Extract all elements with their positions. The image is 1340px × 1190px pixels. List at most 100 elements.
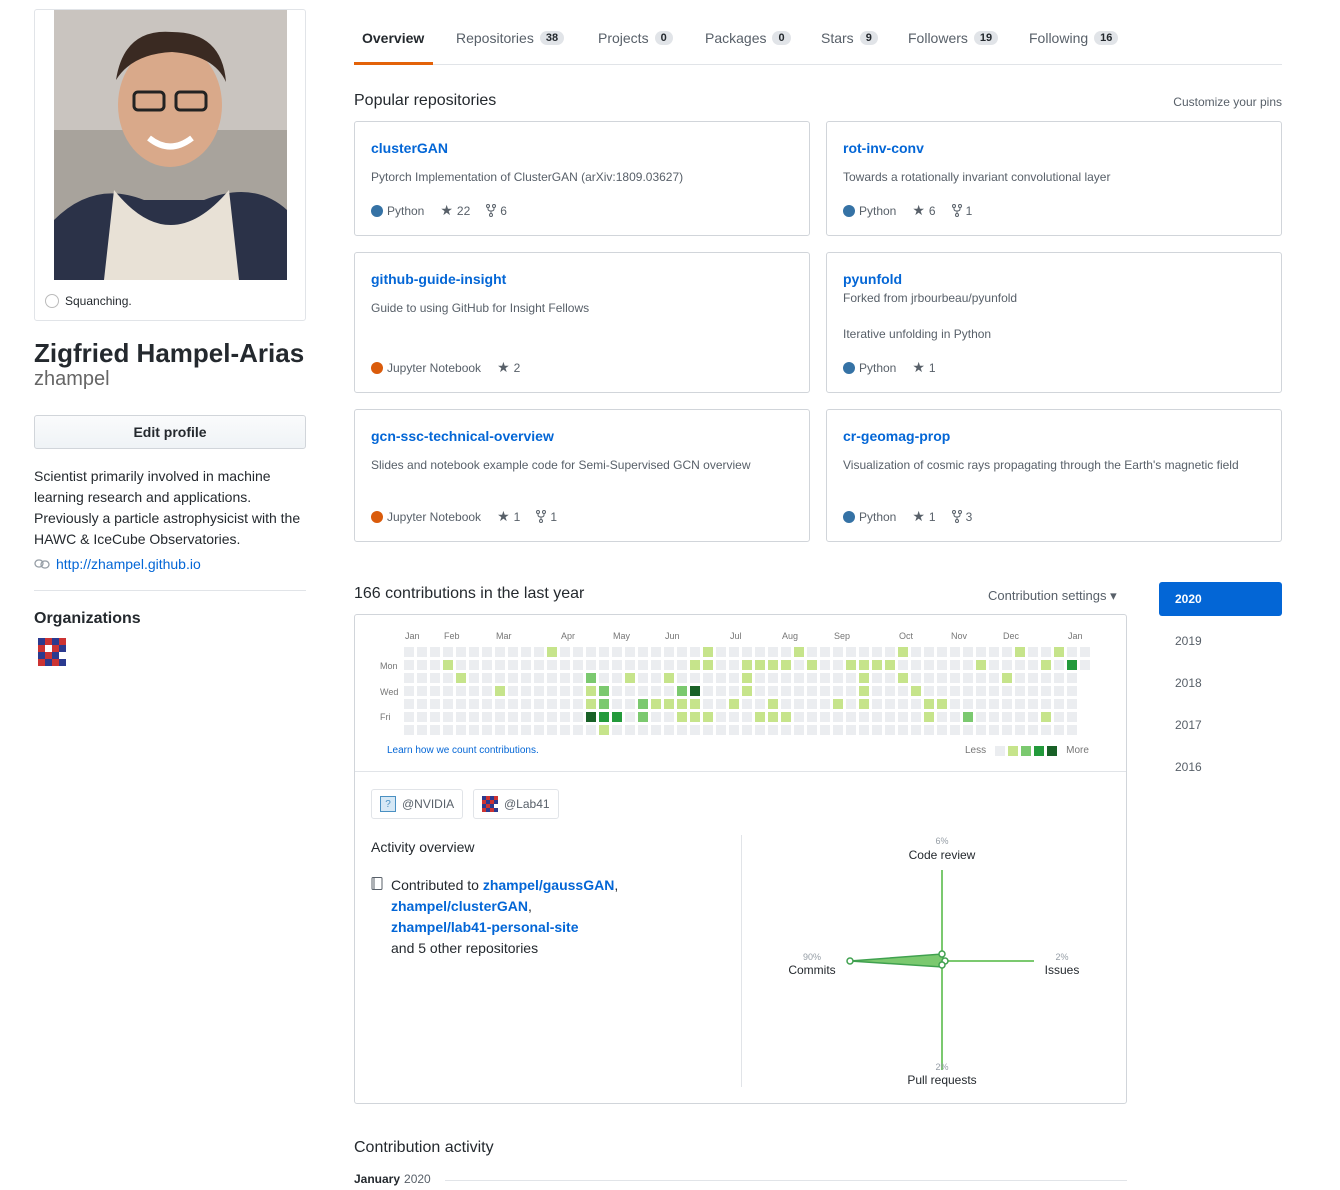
contribution-day[interactable]	[755, 660, 765, 670]
contribution-day[interactable]	[677, 699, 687, 709]
contribution-day[interactable]	[781, 647, 791, 657]
contribution-day[interactable]	[898, 647, 908, 657]
contribution-day[interactable]	[1028, 725, 1038, 735]
contribution-day[interactable]	[846, 699, 856, 709]
contribution-day[interactable]	[456, 699, 466, 709]
contribution-day[interactable]	[703, 686, 713, 696]
contribution-day[interactable]	[508, 673, 518, 683]
contribution-day[interactable]	[547, 686, 557, 696]
contribution-day[interactable]	[937, 699, 947, 709]
contribution-day[interactable]	[677, 725, 687, 735]
tab-overview[interactable]: Overview	[362, 26, 424, 50]
contribution-day[interactable]	[417, 725, 427, 735]
contribution-day[interactable]	[1015, 725, 1025, 735]
contribution-day[interactable]	[742, 725, 752, 735]
contribution-day[interactable]	[638, 699, 648, 709]
contribution-day[interactable]	[1054, 699, 1064, 709]
contribution-day[interactable]	[625, 660, 635, 670]
contribution-day[interactable]	[547, 673, 557, 683]
contribution-day[interactable]	[534, 712, 544, 722]
contribution-day[interactable]	[768, 660, 778, 670]
contribution-day[interactable]	[976, 647, 986, 657]
contribution-day[interactable]	[443, 699, 453, 709]
contribution-day[interactable]	[508, 712, 518, 722]
contribution-day[interactable]	[976, 673, 986, 683]
contribution-day[interactable]	[833, 699, 843, 709]
tab-packages[interactable]: Packages 0	[705, 26, 791, 50]
repo-forks[interactable]: 1	[951, 204, 972, 218]
contribution-day[interactable]	[781, 725, 791, 735]
contribution-day[interactable]	[911, 699, 921, 709]
contribution-day[interactable]	[482, 712, 492, 722]
website-link[interactable]: http://zhampel.github.io	[56, 556, 201, 572]
contribution-day[interactable]	[963, 686, 973, 696]
contribution-day[interactable]	[560, 660, 570, 670]
contribution-day[interactable]	[638, 725, 648, 735]
year-2016[interactable]: 2016	[1159, 750, 1282, 784]
contribution-day[interactable]	[1067, 673, 1077, 683]
contribution-day[interactable]	[586, 647, 596, 657]
contribution-day[interactable]	[586, 725, 596, 735]
contribution-day[interactable]	[638, 673, 648, 683]
contribution-day[interactable]	[716, 725, 726, 735]
contribution-day[interactable]	[417, 660, 427, 670]
contribution-day[interactable]	[1054, 725, 1064, 735]
contribution-day[interactable]	[560, 686, 570, 696]
contribution-day[interactable]	[898, 686, 908, 696]
contribution-day[interactable]	[456, 725, 466, 735]
contribution-day[interactable]	[716, 660, 726, 670]
contribution-day[interactable]	[612, 712, 622, 722]
contribution-day[interactable]	[846, 660, 856, 670]
year-2017[interactable]: 2017	[1159, 708, 1282, 742]
contribution-day[interactable]	[430, 673, 440, 683]
contribution-day[interactable]	[404, 725, 414, 735]
contribution-day[interactable]	[495, 686, 505, 696]
contribution-day[interactable]	[885, 660, 895, 670]
contribution-day[interactable]	[651, 660, 661, 670]
contribution-day[interactable]	[443, 712, 453, 722]
contribution-day[interactable]	[1067, 725, 1077, 735]
contribution-day[interactable]	[1002, 725, 1012, 735]
customize-pins-link[interactable]: Customize your pins	[1173, 95, 1282, 109]
contribution-day[interactable]	[1041, 673, 1051, 683]
contribution-day[interactable]	[937, 686, 947, 696]
contribution-day[interactable]	[950, 673, 960, 683]
contribution-day[interactable]	[950, 725, 960, 735]
contribution-day[interactable]	[560, 673, 570, 683]
contribution-day[interactable]	[1015, 673, 1025, 683]
contribution-day[interactable]	[794, 660, 804, 670]
contribution-day[interactable]	[820, 673, 830, 683]
contribution-day[interactable]	[417, 673, 427, 683]
contribution-day[interactable]	[729, 647, 739, 657]
contribution-day[interactable]	[651, 712, 661, 722]
contribution-day[interactable]	[1041, 647, 1051, 657]
contribution-day[interactable]	[625, 647, 635, 657]
contribution-day[interactable]	[521, 660, 531, 670]
repo-name-link[interactable]: rot-inv-conv	[843, 140, 924, 156]
contribution-day[interactable]	[599, 712, 609, 722]
contribution-day[interactable]	[807, 712, 817, 722]
contribution-day[interactable]	[1015, 686, 1025, 696]
contribution-day[interactable]	[859, 712, 869, 722]
contribution-day[interactable]	[612, 673, 622, 683]
repo-stars[interactable]: ★ 1	[912, 508, 935, 525]
contribution-day[interactable]	[495, 660, 505, 670]
contribution-day[interactable]	[820, 712, 830, 722]
contribution-day[interactable]	[768, 699, 778, 709]
contribution-day[interactable]	[963, 725, 973, 735]
contribution-day[interactable]	[482, 725, 492, 735]
contribution-day[interactable]	[521, 686, 531, 696]
contribution-day[interactable]	[482, 686, 492, 696]
contribution-day[interactable]	[586, 660, 596, 670]
contribution-day[interactable]	[443, 686, 453, 696]
contribution-day[interactable]	[1041, 699, 1051, 709]
contribution-day[interactable]	[924, 725, 934, 735]
contribution-day[interactable]	[664, 673, 674, 683]
contribution-day[interactable]	[924, 699, 934, 709]
repo-name-link[interactable]: pyunfold	[843, 271, 902, 287]
contribution-day[interactable]	[976, 725, 986, 735]
contribution-day[interactable]	[807, 725, 817, 735]
contribution-day[interactable]	[534, 660, 544, 670]
contribution-day[interactable]	[599, 647, 609, 657]
contribution-day[interactable]	[781, 686, 791, 696]
